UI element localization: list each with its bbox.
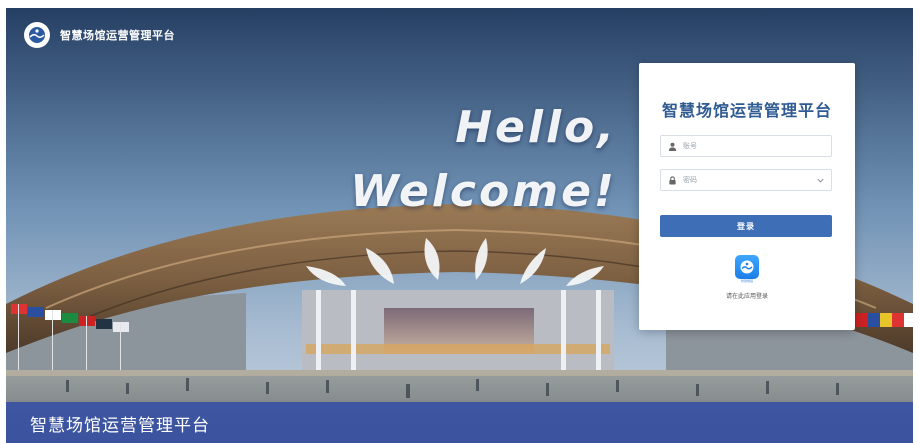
welcome-line-2: Welcome! bbox=[350, 166, 617, 217]
app-icon[interactable] bbox=[735, 255, 759, 279]
app-login-hint: 请在此应用登录 bbox=[725, 293, 768, 300]
footer-banner: 智慧场馆运营管理平台 bbox=[6, 402, 913, 443]
lock-icon bbox=[669, 175, 676, 185]
account-input[interactable] bbox=[677, 142, 813, 150]
welcome-line-1: Hello, bbox=[455, 102, 617, 153]
password-field[interactable] bbox=[660, 169, 832, 191]
login-title: 智慧场馆运营管理平台 bbox=[661, 101, 832, 120]
login-button[interactable]: 登录 bbox=[660, 215, 832, 237]
globe-logo-icon bbox=[24, 22, 50, 48]
footer-title: 智慧场馆运营管理平台 bbox=[30, 416, 210, 436]
login-card: 智慧场馆运营管理平台 登录 智慧 bbox=[639, 63, 855, 330]
login-page: 智慧场馆运营管理平台 Hello, Welcome! 智慧场馆运营管理平台 登录 bbox=[6, 8, 913, 443]
app-title: 智慧场馆运营管理平台 bbox=[60, 29, 175, 42]
brand-header: 智慧场馆运营管理平台 bbox=[24, 22, 175, 48]
user-icon bbox=[668, 142, 677, 151]
account-field[interactable] bbox=[660, 135, 832, 157]
app-label: 智慧场馆 bbox=[740, 279, 753, 283]
welcome-heading: Hello, Welcome! bbox=[350, 96, 617, 224]
password-input[interactable] bbox=[677, 176, 813, 184]
chevron-down-icon[interactable] bbox=[816, 176, 825, 185]
